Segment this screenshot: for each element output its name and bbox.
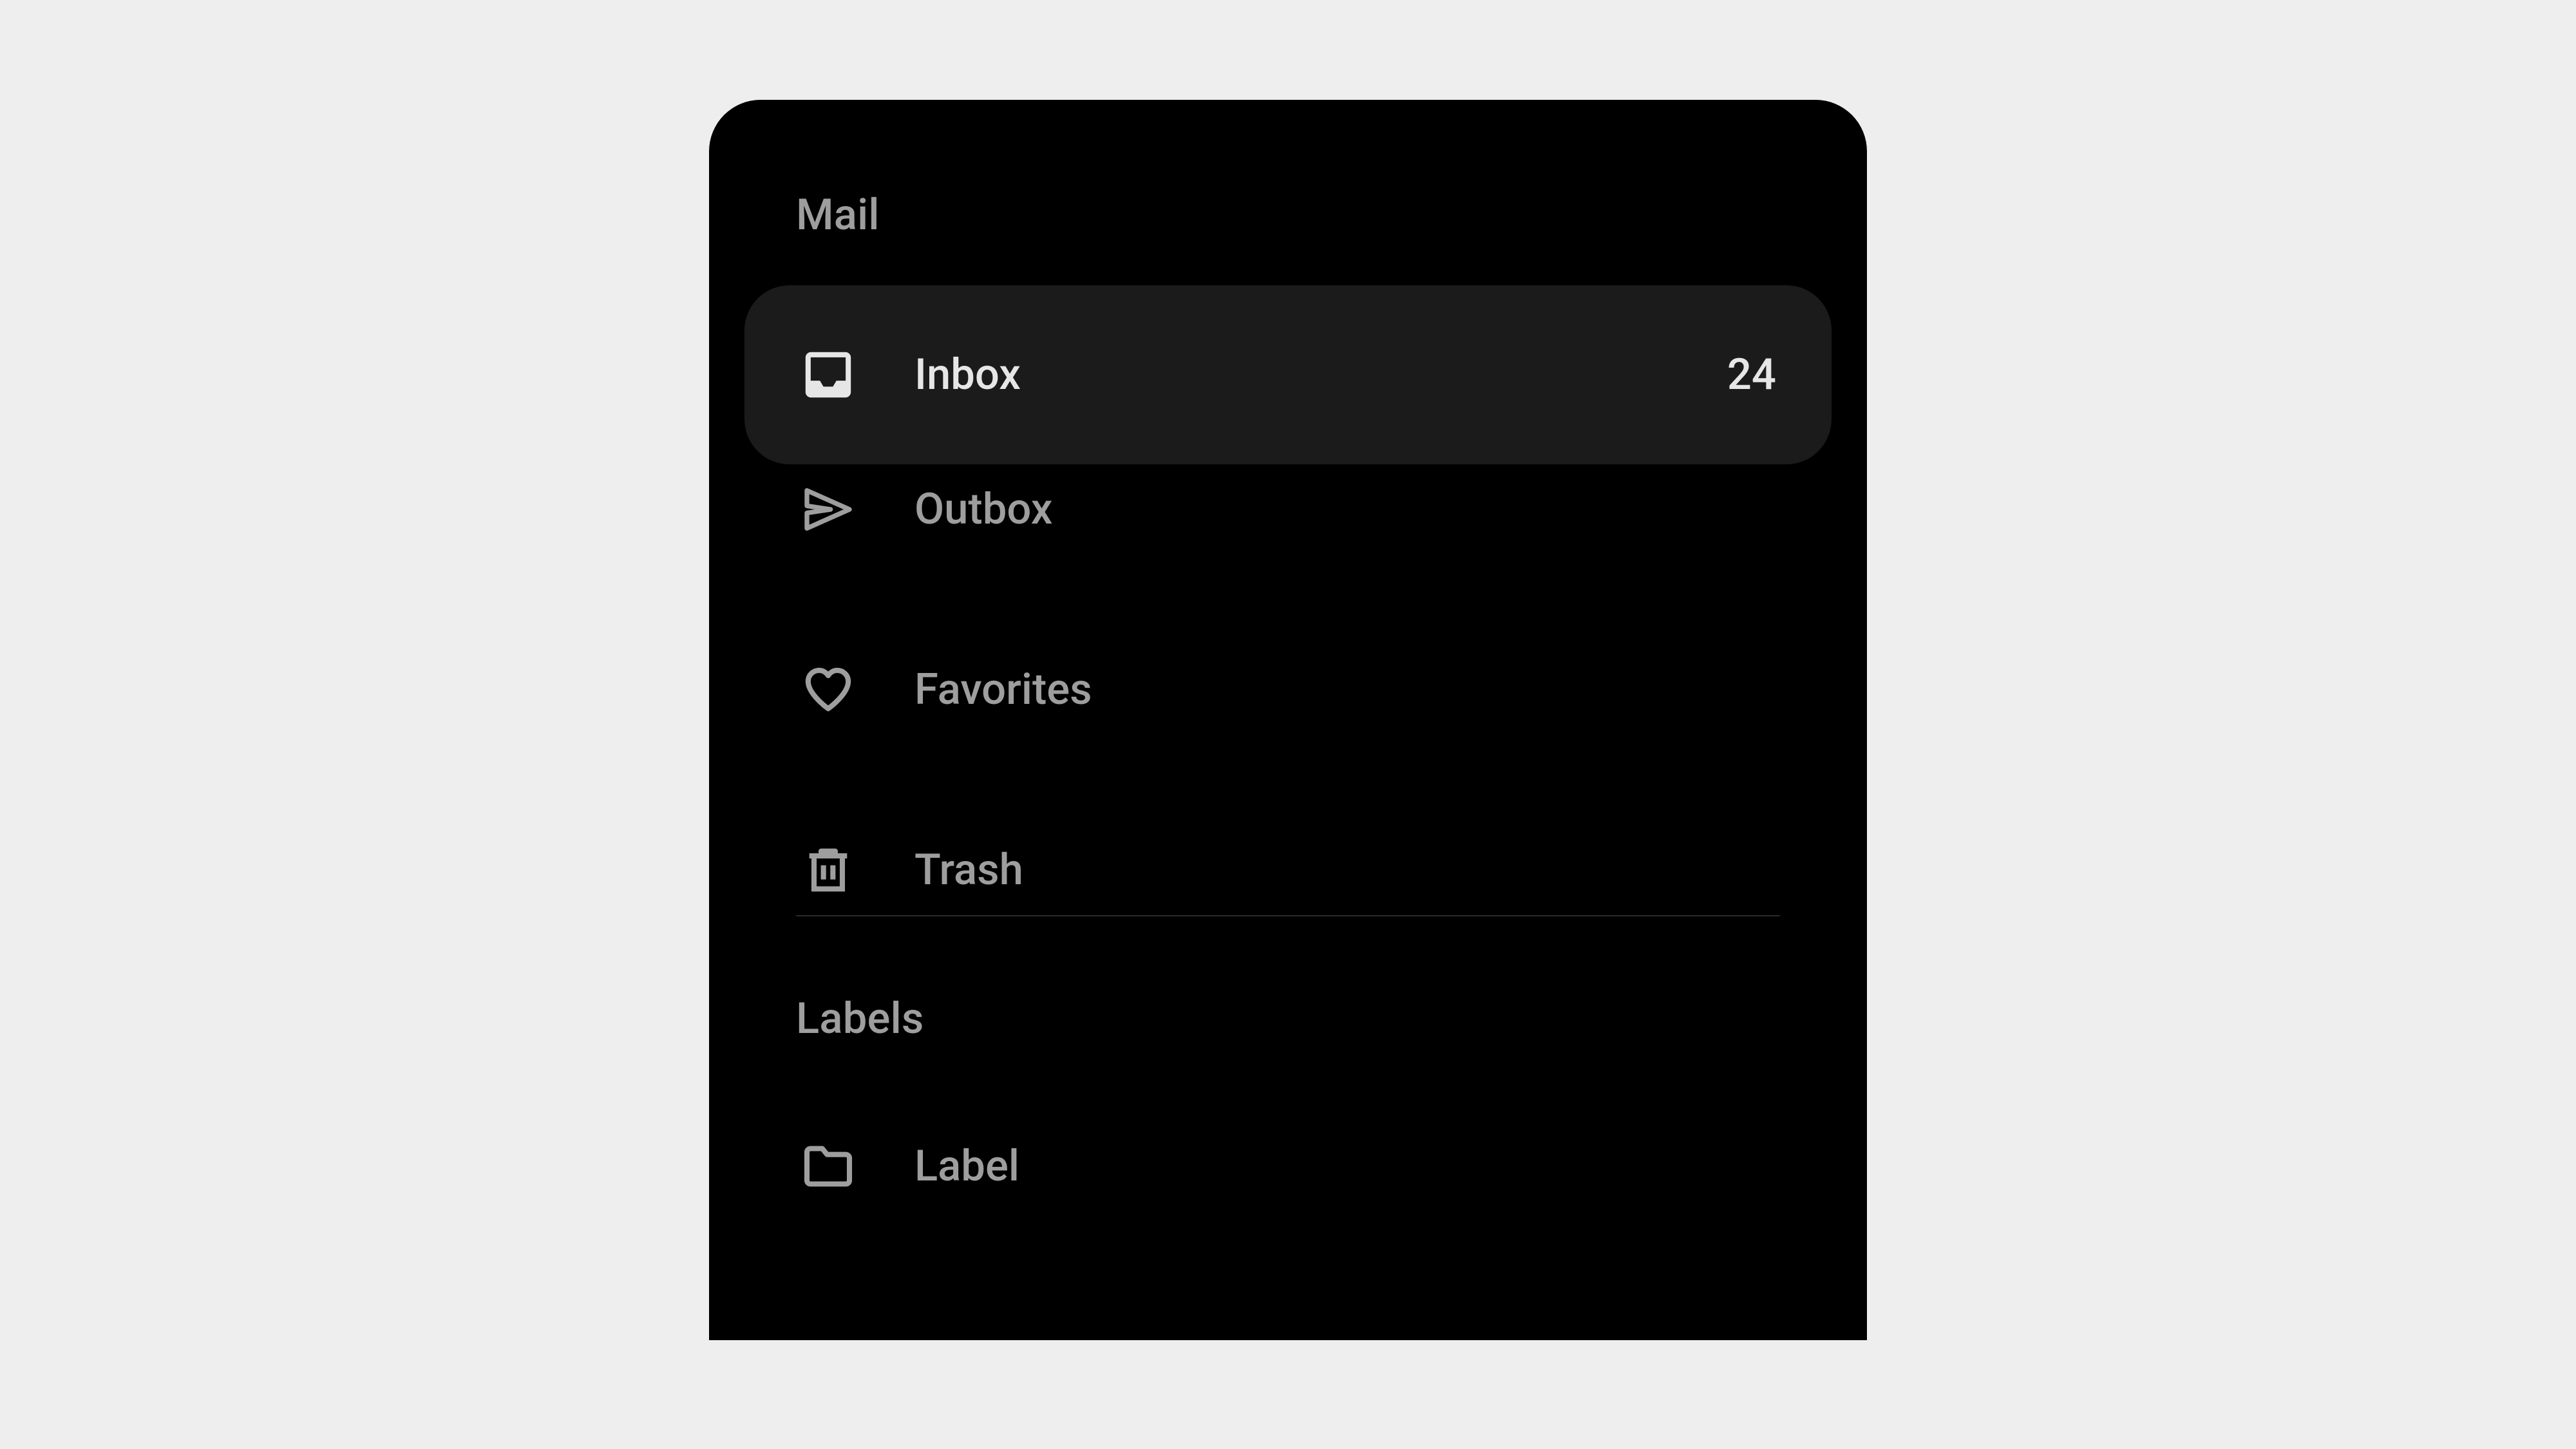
send-icon [800,481,857,538]
nav-item-label: Inbox [914,350,1727,400]
nav-item-outbox[interactable]: Outbox [744,464,1832,554]
nav-item-label: Label [914,1141,1776,1191]
nav-item-label-folder[interactable]: Label [744,1121,1832,1211]
stage: Mail Inbox 24 Outbox [0,0,2576,1449]
navigation-drawer: Mail Inbox 24 Outbox [709,100,1867,1340]
folder-icon [800,1138,857,1195]
nav-item-count: 24 [1727,350,1776,400]
section-header-labels: Labels [744,916,1832,1121]
nav-item-favorites[interactable]: Favorites [744,645,1832,735]
nav-item-inbox[interactable]: Inbox 24 [744,285,1832,464]
inbox-icon [800,346,857,403]
nav-item-label: Trash [914,845,1776,895]
nav-item-label: Outbox [914,484,1776,535]
heart-icon [800,661,857,718]
section-header-mail: Mail [744,190,1832,285]
trash-icon [800,842,857,898]
nav-item-label: Favorites [914,665,1776,715]
nav-item-trash[interactable]: Trash [744,825,1832,915]
